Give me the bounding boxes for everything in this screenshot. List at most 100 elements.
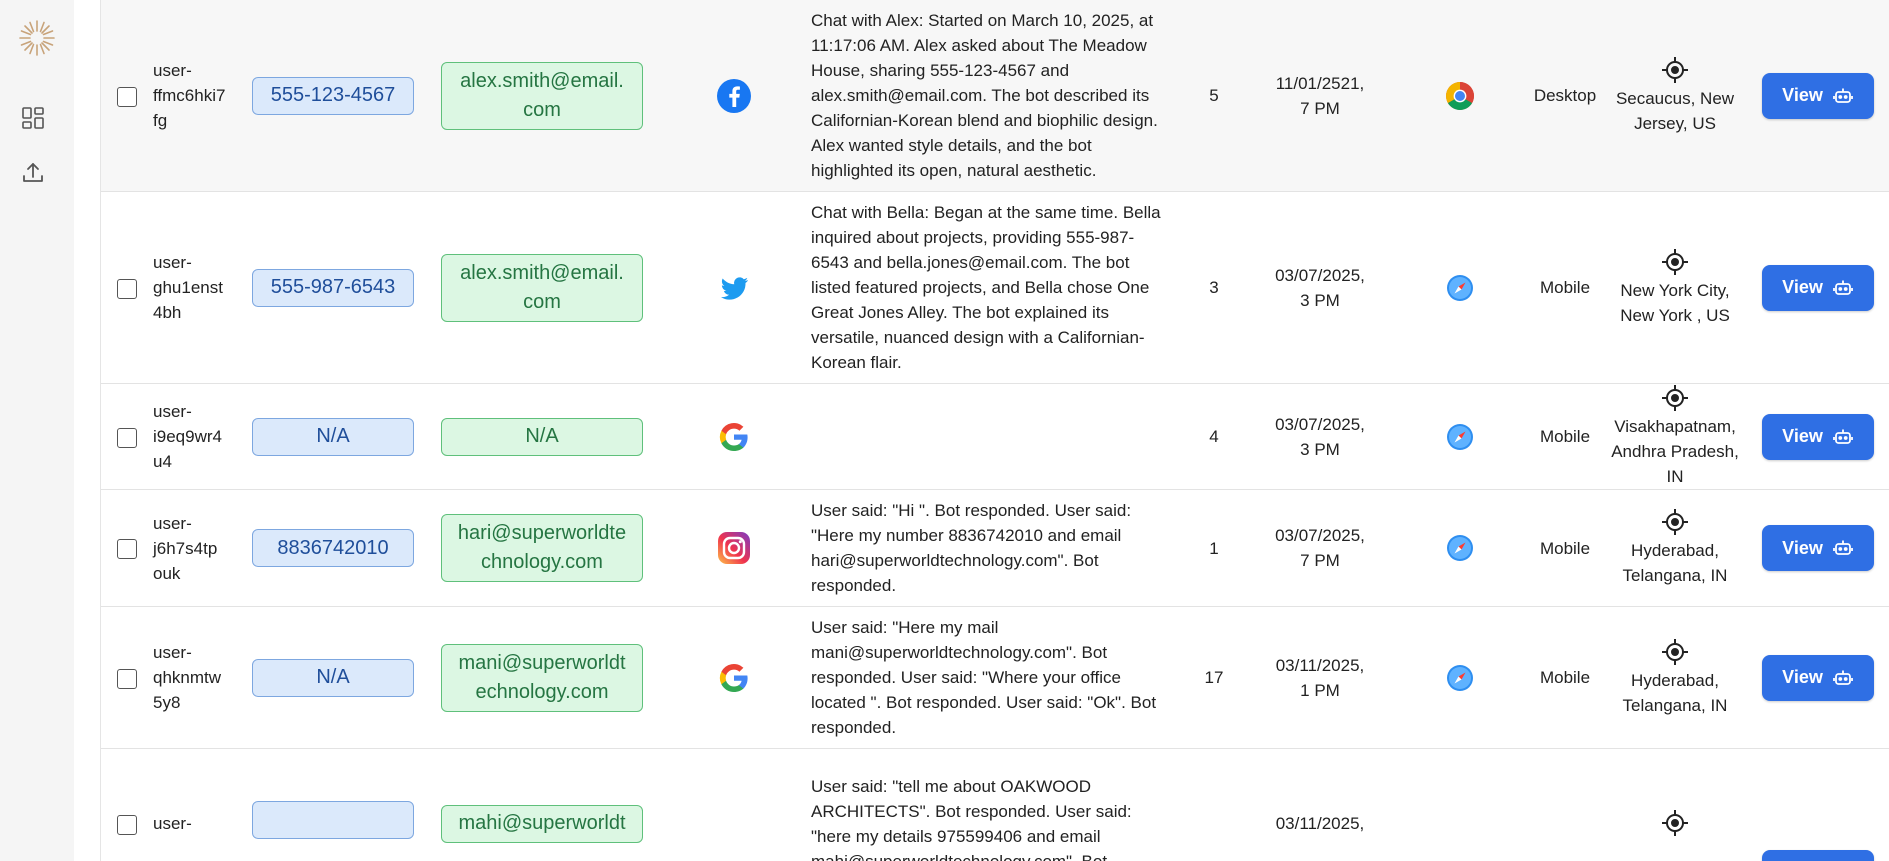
email-line: echnology.com	[475, 680, 609, 703]
chrome-icon	[1445, 81, 1475, 110]
location-line: Hyderabad,	[1631, 670, 1719, 690]
location-line: IN	[1666, 467, 1684, 486]
sunburst-logo-icon[interactable]	[17, 18, 57, 58]
email-pill: hari@superworldte chnology.com	[441, 514, 643, 582]
chat-summary-cell: Chat with Alex: Started on March 10, 202…	[791, 0, 1183, 192]
user-id-line: j6h7s4tp	[153, 538, 218, 558]
device-type: Mobile	[1539, 668, 1591, 687]
row-checkbox[interactable]	[117, 86, 137, 107]
date-cell: 03/07/2025, 7 PM	[1245, 490, 1395, 607]
user-id-cell: user-ffmc6hki7 fg	[153, 0, 248, 192]
date-line: 03/11/2025,	[1275, 655, 1365, 675]
action-cell: View	[1745, 490, 1889, 607]
date-line: 7 PM	[1300, 98, 1340, 118]
email-cell: alex.smith@email. com	[441, 192, 677, 384]
dashboard-nav-button[interactable]	[18, 103, 48, 133]
table-row: user-qhknmtw 5y8 N/A mani@superworldt echn…	[101, 607, 1889, 749]
sidebar	[0, 0, 74, 861]
email-cell: hari@superworldte chnology.com	[441, 490, 677, 607]
app-root: user-ffmc6hki7 fg 555-123-4567 alex.smith…	[0, 0, 1889, 861]
upload-nav-button[interactable]	[18, 158, 48, 188]
phone-pill: 8836742010	[252, 529, 414, 567]
phone-pill: N/A	[252, 417, 414, 456]
safari-icon	[1445, 274, 1475, 301]
location-line: New York City,	[1620, 280, 1730, 300]
user-id-line: user-	[153, 814, 192, 833]
browser-cell	[1395, 607, 1525, 749]
date-line: 03/07/2025,	[1275, 414, 1365, 434]
date-line: 03/07/2025,	[1275, 265, 1365, 285]
date-line: 11/01/2521,	[1275, 73, 1365, 93]
row-checkbox[interactable]	[117, 668, 137, 689]
phone-pill: N/A	[252, 658, 414, 697]
user-id-line: user-	[153, 643, 192, 662]
location-cell: Hyderabad, Telangana, IN	[1605, 607, 1745, 749]
view-button[interactable]: View	[1761, 264, 1874, 311]
row-checkbox[interactable]	[117, 427, 137, 448]
view-button[interactable]: View	[1761, 525, 1874, 571]
chat-summary-cell: User said: "Here my mail mani@superworld…	[791, 607, 1183, 749]
row-checkbox[interactable]	[117, 539, 137, 560]
table-row: user-j6h7s4tp ouk 8836742010 hari@superwo…	[101, 490, 1889, 607]
email-pill: alex.smith@email. com	[441, 61, 643, 130]
date-cell: 11/01/2521, 7 PM	[1245, 0, 1395, 192]
bot-icon	[1832, 670, 1853, 685]
browser-cell	[1395, 749, 1525, 861]
view-button[interactable]	[1761, 850, 1874, 861]
chat-summary-text: User said: "Hi ". Bot responded. User sa…	[811, 501, 1132, 595]
email-cell: mahi@superworldt	[441, 749, 677, 861]
location-target-icon	[1662, 248, 1688, 275]
email-line: alex.smith@email.	[460, 261, 624, 284]
device-type: Mobile	[1539, 278, 1591, 297]
message-count-cell: 17	[1183, 607, 1245, 749]
user-id-line: u4	[153, 452, 172, 471]
date-line: 03/07/2025,	[1275, 526, 1365, 545]
twitter-icon	[716, 276, 752, 300]
user-id-line: user-	[153, 253, 192, 272]
phone-cell: N/A	[248, 384, 441, 490]
user-id-cell: user-qhknmtw 5y8	[153, 607, 248, 749]
message-count-cell: 3	[1183, 192, 1245, 384]
email-cell: N/A	[441, 384, 677, 490]
upload-icon	[23, 163, 43, 182]
message-count-cell: 1	[1183, 490, 1245, 607]
location-target-icon	[1662, 56, 1688, 83]
user-id-cell: user-	[153, 749, 248, 861]
safari-icon	[1445, 664, 1475, 691]
view-button[interactable]: View	[1761, 654, 1874, 701]
user-id-line: ghu1enst	[153, 278, 223, 297]
chat-summary-cell: User said: "Hi ". Bot responded. User sa…	[791, 490, 1183, 607]
email-line: chnology.com	[481, 551, 603, 573]
location-line: Andhra Pradesh,	[1611, 442, 1739, 461]
chat-summary-cell	[791, 384, 1183, 490]
row-select-cell	[101, 490, 153, 607]
date-line: 03/11/2025,	[1275, 814, 1365, 833]
table-row: user-i9eq9wr4 u4 N/A N/A 4 03/07/2025, 3 P…	[101, 384, 1889, 490]
date-cell: 03/11/2025, 1 PM	[1245, 607, 1395, 749]
browser-cell	[1395, 384, 1525, 490]
device-cell	[1525, 749, 1605, 861]
email-pill: alex.smith@email. com	[441, 253, 643, 322]
row-checkbox[interactable]	[117, 814, 137, 835]
phone-cell: N/A	[248, 607, 441, 749]
location-target-icon	[1662, 385, 1688, 411]
user-id-line: user-	[153, 61, 192, 80]
date-cell: 03/07/2025, 3 PM	[1245, 384, 1395, 490]
action-cell: View	[1745, 384, 1889, 490]
location-line: New York , US	[1620, 305, 1730, 325]
user-id-cell: user-ghu1enst 4bh	[153, 192, 248, 384]
action-cell	[1745, 749, 1889, 861]
row-checkbox[interactable]	[117, 278, 137, 299]
row-select-cell	[101, 192, 153, 384]
action-cell: View	[1745, 0, 1889, 192]
user-id-line: i9eq9wr4	[153, 427, 222, 446]
row-select-cell	[101, 0, 153, 192]
location-line: Telangana, IN	[1622, 566, 1728, 585]
view-button-label: View	[1782, 277, 1823, 297]
email-pill: N/A	[441, 417, 643, 456]
view-button[interactable]: View	[1761, 72, 1874, 119]
chat-summary-text: User said: "tell me about OAKWOOD ARCHIT…	[811, 776, 1132, 861]
location-cell: Secaucus, New Jersey, US	[1605, 0, 1745, 192]
view-button[interactable]: View	[1761, 413, 1874, 460]
date-cell: 03/11/2025,	[1245, 749, 1395, 861]
